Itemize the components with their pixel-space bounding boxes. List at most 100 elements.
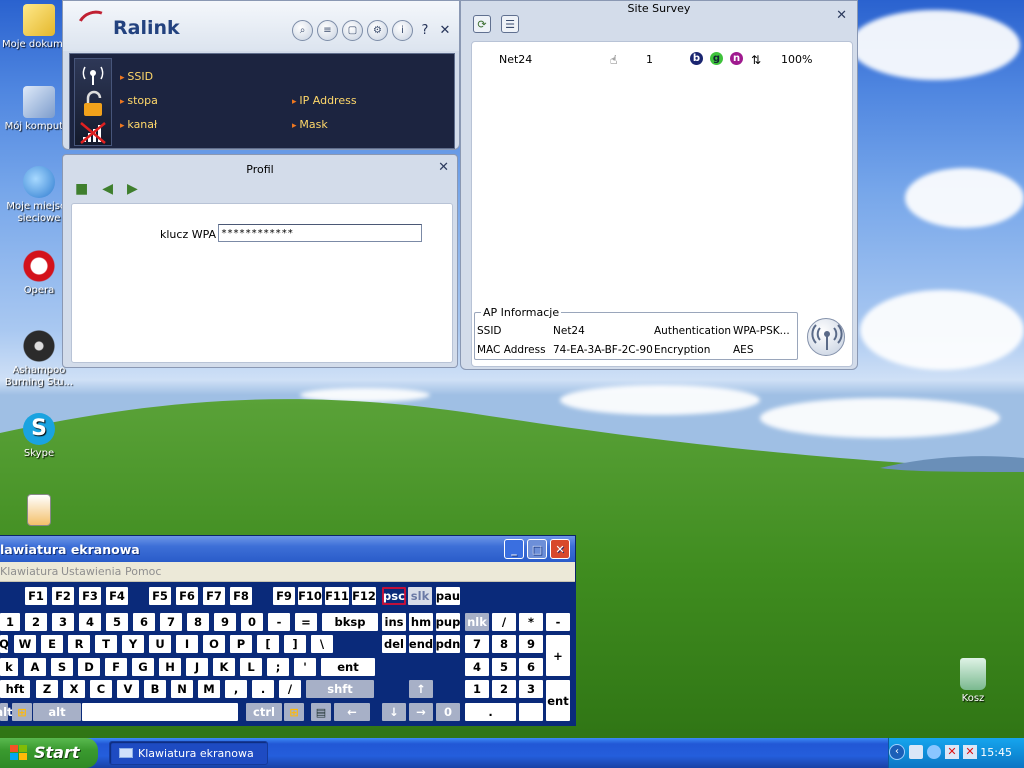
- space-bar[interactable]: [82, 703, 238, 721]
- key[interactable]: [519, 703, 543, 721]
- profile-close-button[interactable]: ✕: [438, 160, 449, 175]
- key[interactable]: S: [51, 658, 73, 676]
- key[interactable]: =: [295, 613, 317, 631]
- stop-icon[interactable]: ■: [75, 181, 88, 197]
- key[interactable]: G: [132, 658, 154, 676]
- wpa-key-input[interactable]: ************: [218, 224, 422, 242]
- menu-klawiatura[interactable]: Klawiatura: [0, 565, 58, 578]
- key[interactable]: /: [492, 613, 516, 631]
- key[interactable]: 2: [492, 680, 516, 698]
- info-icon[interactable]: i: [392, 20, 413, 41]
- key[interactable]: -: [546, 613, 570, 631]
- key[interactable]: V: [117, 680, 139, 698]
- key[interactable]: F10: [298, 587, 322, 605]
- key[interactable]: 3: [519, 680, 543, 698]
- key[interactable]: F1: [25, 587, 47, 605]
- start-button[interactable]: Start: [0, 738, 98, 768]
- key[interactable]: L: [240, 658, 262, 676]
- key[interactable]: →: [409, 703, 433, 721]
- menu-ustawienia[interactable]: Ustawienia: [61, 565, 121, 578]
- key[interactable]: F6: [176, 587, 198, 605]
- key[interactable]: psc: [382, 587, 406, 605]
- key[interactable]: del: [382, 635, 406, 653]
- search-icon[interactable]: ⌕: [292, 20, 313, 41]
- maximize-button[interactable]: □: [527, 539, 547, 559]
- wifi-tray-icon[interactable]: [927, 745, 941, 759]
- key[interactable]: C: [90, 680, 112, 698]
- key[interactable]: U: [149, 635, 171, 653]
- forward-arrow-icon[interactable]: ▶: [127, 181, 138, 197]
- key[interactable]: P: [230, 635, 252, 653]
- network-row[interactable]: Net24 ☝ 1 b g n ⇅ 100%: [472, 52, 852, 68]
- close-button[interactable]: ✕: [550, 539, 570, 559]
- osk-title-bar[interactable]: lawiatura ekranowa _ □ ✕: [0, 536, 575, 562]
- key[interactable]: R: [68, 635, 90, 653]
- key[interactable]: 3: [52, 613, 74, 631]
- key[interactable]: +: [546, 635, 570, 676]
- key[interactable]: nlk: [465, 613, 489, 631]
- desktop-icon-recycle-bin[interactable]: Kosz: [936, 658, 1010, 705]
- key[interactable]: I: [176, 635, 198, 653]
- key[interactable]: F12: [352, 587, 376, 605]
- key[interactable]: K: [213, 658, 235, 676]
- key[interactable]: Q: [0, 635, 9, 653]
- key[interactable]: H: [159, 658, 181, 676]
- minimize-button[interactable]: _: [504, 539, 524, 559]
- key[interactable]: N: [171, 680, 193, 698]
- key[interactable]: /: [279, 680, 301, 698]
- key[interactable]: hft: [0, 680, 30, 698]
- key[interactable]: ent: [321, 658, 375, 676]
- menu-pomoc[interactable]: Pomoc: [125, 565, 161, 578]
- key[interactable]: 5: [106, 613, 128, 631]
- windows-logo-key[interactable]: ⊞: [12, 703, 32, 721]
- key[interactable]: alt: [33, 703, 81, 721]
- key[interactable]: Y: [122, 635, 144, 653]
- menu-key[interactable]: ▤: [311, 703, 331, 721]
- key[interactable]: .: [465, 703, 516, 721]
- desktop-icon-file[interactable]: [2, 494, 76, 529]
- key[interactable]: alt: [0, 703, 13, 721]
- key[interactable]: M: [198, 680, 220, 698]
- tray-collapse-icon[interactable]: ‹: [889, 744, 905, 760]
- key[interactable]: ins: [382, 613, 406, 631]
- key[interactable]: 0: [436, 703, 460, 721]
- key[interactable]: ←: [334, 703, 370, 721]
- key[interactable]: X: [63, 680, 85, 698]
- list-view-icon[interactable]: ☰: [501, 15, 519, 33]
- site-survey-close-button[interactable]: ✕: [836, 8, 847, 23]
- key[interactable]: 4: [79, 613, 101, 631]
- key[interactable]: F5: [149, 587, 171, 605]
- key[interactable]: k: [0, 658, 18, 676]
- desktop-icon-skype[interactable]: S Skype: [2, 413, 76, 460]
- list-icon[interactable]: ≡: [317, 20, 338, 41]
- key[interactable]: Z: [36, 680, 58, 698]
- key[interactable]: ↓: [382, 703, 406, 721]
- settings-gear-icon[interactable]: ⚙: [367, 20, 388, 41]
- key[interactable]: 8: [492, 635, 516, 653]
- key[interactable]: slk: [408, 587, 432, 605]
- key[interactable]: -: [268, 613, 290, 631]
- key[interactable]: 1: [0, 613, 20, 631]
- key[interactable]: O: [203, 635, 225, 653]
- key[interactable]: 1: [465, 680, 489, 698]
- refresh-icon[interactable]: ⟳: [473, 15, 491, 33]
- key[interactable]: 0: [241, 613, 263, 631]
- key[interactable]: ent: [546, 680, 570, 721]
- key[interactable]: F: [105, 658, 127, 676]
- key[interactable]: F11: [325, 587, 349, 605]
- key[interactable]: bksp: [322, 613, 378, 631]
- key[interactable]: W: [14, 635, 36, 653]
- key[interactable]: ': [294, 658, 316, 676]
- key[interactable]: F3: [79, 587, 101, 605]
- key[interactable]: ]: [284, 635, 306, 653]
- key[interactable]: T: [95, 635, 117, 653]
- key[interactable]: 6: [519, 658, 543, 676]
- key[interactable]: end: [409, 635, 433, 653]
- connect-antenna-button[interactable]: [807, 318, 845, 356]
- key[interactable]: pdn: [436, 635, 460, 653]
- key[interactable]: E: [41, 635, 63, 653]
- key[interactable]: F8: [230, 587, 252, 605]
- key[interactable]: hm: [409, 613, 433, 631]
- key[interactable]: pau: [436, 587, 460, 605]
- key[interactable]: [: [257, 635, 279, 653]
